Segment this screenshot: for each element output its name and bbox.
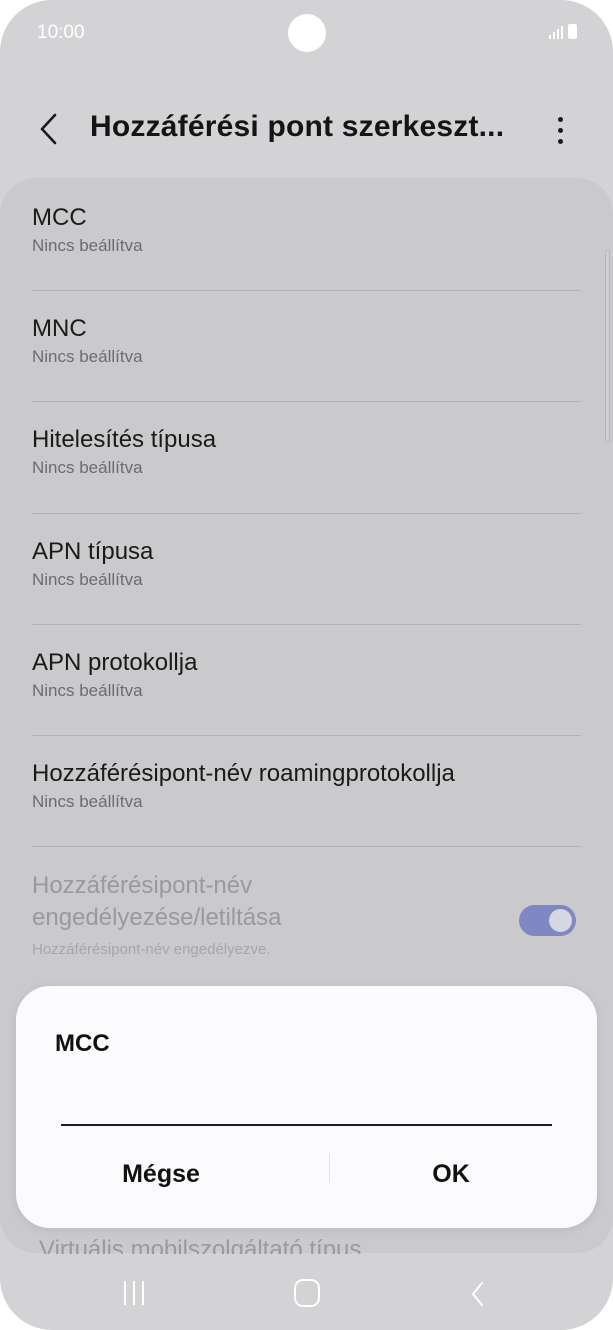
list-item-mcc[interactable]: MCC Nincs beállítva bbox=[32, 203, 581, 257]
dialog-title: MCC bbox=[55, 1030, 110, 1057]
divider bbox=[32, 735, 581, 736]
toggle-knob bbox=[549, 909, 572, 932]
apn-enable-toggle[interactable] bbox=[519, 905, 576, 936]
list-item-subtitle: Nincs beállítva bbox=[32, 570, 143, 589]
list-item-subtitle: Nincs beállítva bbox=[32, 458, 143, 477]
mcc-dialog: MCC Mégse OK bbox=[16, 986, 597, 1228]
camera-cutout bbox=[288, 14, 326, 52]
divider bbox=[32, 846, 581, 847]
list-item-mnc[interactable]: MNC Nincs beállítva bbox=[32, 314, 581, 368]
scrollbar[interactable] bbox=[605, 250, 610, 442]
app-header: Hozzáférési pont szerkeszt... bbox=[0, 100, 613, 160]
more-options-button[interactable] bbox=[546, 112, 574, 148]
list-item-title: Hozzáférésipont-név roamingprotokollja bbox=[32, 760, 455, 787]
divider bbox=[32, 290, 581, 291]
mcc-input[interactable] bbox=[61, 1094, 552, 1126]
navigation-bar bbox=[0, 1255, 613, 1330]
battery-icon bbox=[568, 24, 577, 39]
list-item-title: APN protokollja bbox=[32, 649, 198, 676]
list-item-title-line1: Hozzáférésipont-név bbox=[32, 872, 253, 899]
phone-screen: 10:00 Hozzáférési pont szerkeszt... MCC … bbox=[0, 0, 613, 1330]
list-item-title: APN típusa bbox=[32, 538, 154, 565]
status-icons bbox=[549, 24, 577, 39]
list-item-title: MCC bbox=[32, 204, 87, 231]
divider bbox=[32, 513, 581, 514]
list-item-apn-enable[interactable]: Hozzáférésipont-név engedélyezése/letilt… bbox=[32, 871, 502, 961]
list-item-auth-type[interactable]: Hitelesítés típusa Nincs beállítva bbox=[32, 425, 581, 479]
list-item-subtitle: Nincs beállítva bbox=[32, 681, 143, 700]
list-item-subtitle: Nincs beállítva bbox=[32, 236, 143, 255]
list-item-title-line2: engedélyezése/letiltása bbox=[32, 904, 282, 931]
back-button[interactable] bbox=[36, 110, 66, 148]
partially-hidden-list-item: Virtuális mobilszolgáltató típus bbox=[39, 1236, 362, 1254]
back-icon bbox=[472, 1282, 483, 1306]
list-item-subtitle: Nincs beállítva bbox=[32, 347, 143, 366]
page-title: Hozzáférési pont szerkeszt... bbox=[90, 110, 505, 143]
signal-icon bbox=[549, 25, 563, 39]
list-item-subtitle: Hozzáférésipont-név engedélyezve. bbox=[32, 941, 271, 958]
list-item-title: Hitelesítés típusa bbox=[32, 426, 217, 453]
list-item-apn-protocol[interactable]: APN protokollja Nincs beállítva bbox=[32, 648, 581, 702]
status-bar: 10:00 bbox=[0, 0, 613, 70]
list-item-title: MNC bbox=[32, 315, 87, 342]
home-button[interactable] bbox=[294, 1279, 320, 1307]
divider bbox=[32, 624, 581, 625]
back-nav-button[interactable] bbox=[468, 1279, 488, 1309]
list-item-apn-type[interactable]: APN típusa Nincs beállítva bbox=[32, 537, 581, 591]
status-time: 10:00 bbox=[37, 22, 85, 43]
ok-button[interactable]: OK bbox=[306, 1146, 596, 1202]
recent-apps-icon bbox=[124, 1281, 126, 1305]
divider bbox=[32, 401, 581, 402]
recent-apps-button[interactable] bbox=[124, 1281, 144, 1305]
cancel-button[interactable]: Mégse bbox=[16, 1146, 306, 1202]
list-item-subtitle: Nincs beállítva bbox=[32, 792, 143, 811]
more-vertical-icon bbox=[557, 116, 563, 122]
chevron-left-icon bbox=[40, 113, 57, 145]
list-item-apn-roaming-protocol[interactable]: Hozzáférésipont-név roamingprotokollja N… bbox=[32, 759, 581, 813]
